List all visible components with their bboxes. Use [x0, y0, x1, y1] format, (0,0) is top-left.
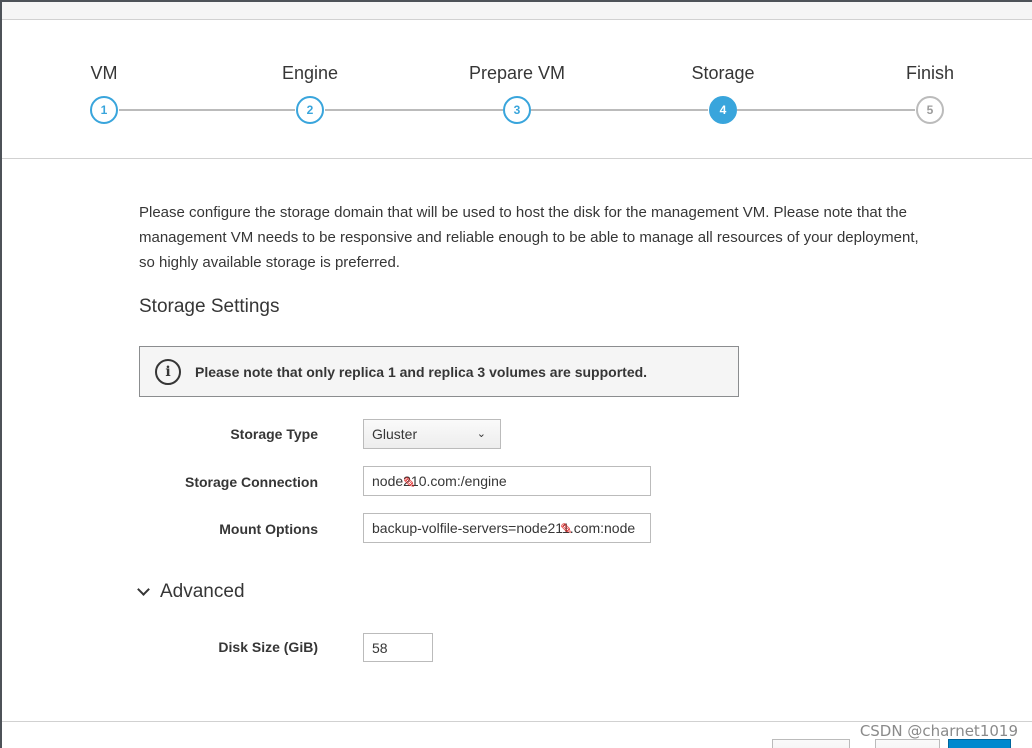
red-annotation-mark: ✎ [560, 520, 573, 538]
chevron-down-icon [137, 583, 150, 596]
info-icon: i [155, 358, 181, 385]
section-title-storage-settings: Storage Settings [139, 296, 280, 317]
advanced-toggle[interactable]: Advanced [137, 581, 245, 603]
step-circle-storage: 4 [709, 96, 737, 124]
storage-connection-label: Storage Connection [184, 474, 318, 490]
step-connector [737, 109, 915, 111]
storage-type-select[interactable]: Gluster ⌄ [363, 419, 501, 449]
step-label-finish: Finish [905, 63, 955, 83]
step-circle-vm[interactable]: 1 [90, 96, 118, 124]
red-annotation-mark: ✎ [403, 474, 416, 492]
watermark: CSDN @charnet1019 [859, 722, 1018, 740]
chevron-down-icon: ⌄ [476, 428, 486, 440]
wizard-steps: VM Engine Prepare VM Storage Finish 1 2 … [2, 20, 1032, 159]
alert-text: Please note that only replica 1 and repl… [195, 363, 648, 380]
next-button[interactable]: Next [948, 739, 1011, 748]
disk-size-input[interactable]: 58 [363, 633, 433, 662]
step-label-vm[interactable]: VM [91, 63, 118, 84]
storage-intro-text: Please configure the storage domain that… [139, 204, 919, 271]
advanced-label: Advanced [160, 581, 245, 602]
step-label-storage: Storage [691, 63, 755, 83]
step-circle-prepare-vm[interactable]: 3 [503, 96, 531, 124]
dialog-header [2, 2, 1032, 20]
step-connector [325, 109, 503, 111]
info-alert: i Please note that only replica 1 and re… [139, 346, 739, 397]
step-circle-finish: 5 [916, 96, 944, 124]
step-connector [119, 109, 295, 111]
mount-options-label: Mount Options [219, 521, 318, 537]
mount-options-input[interactable]: backup-volfile-servers=node211.com:node [363, 513, 651, 543]
disk-size-label: Disk Size (GiB) [218, 639, 318, 655]
step-label-engine[interactable]: Engine [282, 63, 338, 84]
storage-type-label: Storage Type [230, 426, 318, 442]
cancel-button[interactable]: Cancel [772, 739, 850, 748]
step-label-prepare-vm[interactable]: Prepare VM [469, 63, 565, 84]
step-connector [531, 109, 708, 111]
storage-type-value: Gluster [372, 426, 418, 442]
back-button[interactable]: Back [875, 739, 941, 748]
step-circle-engine[interactable]: 2 [296, 96, 324, 124]
